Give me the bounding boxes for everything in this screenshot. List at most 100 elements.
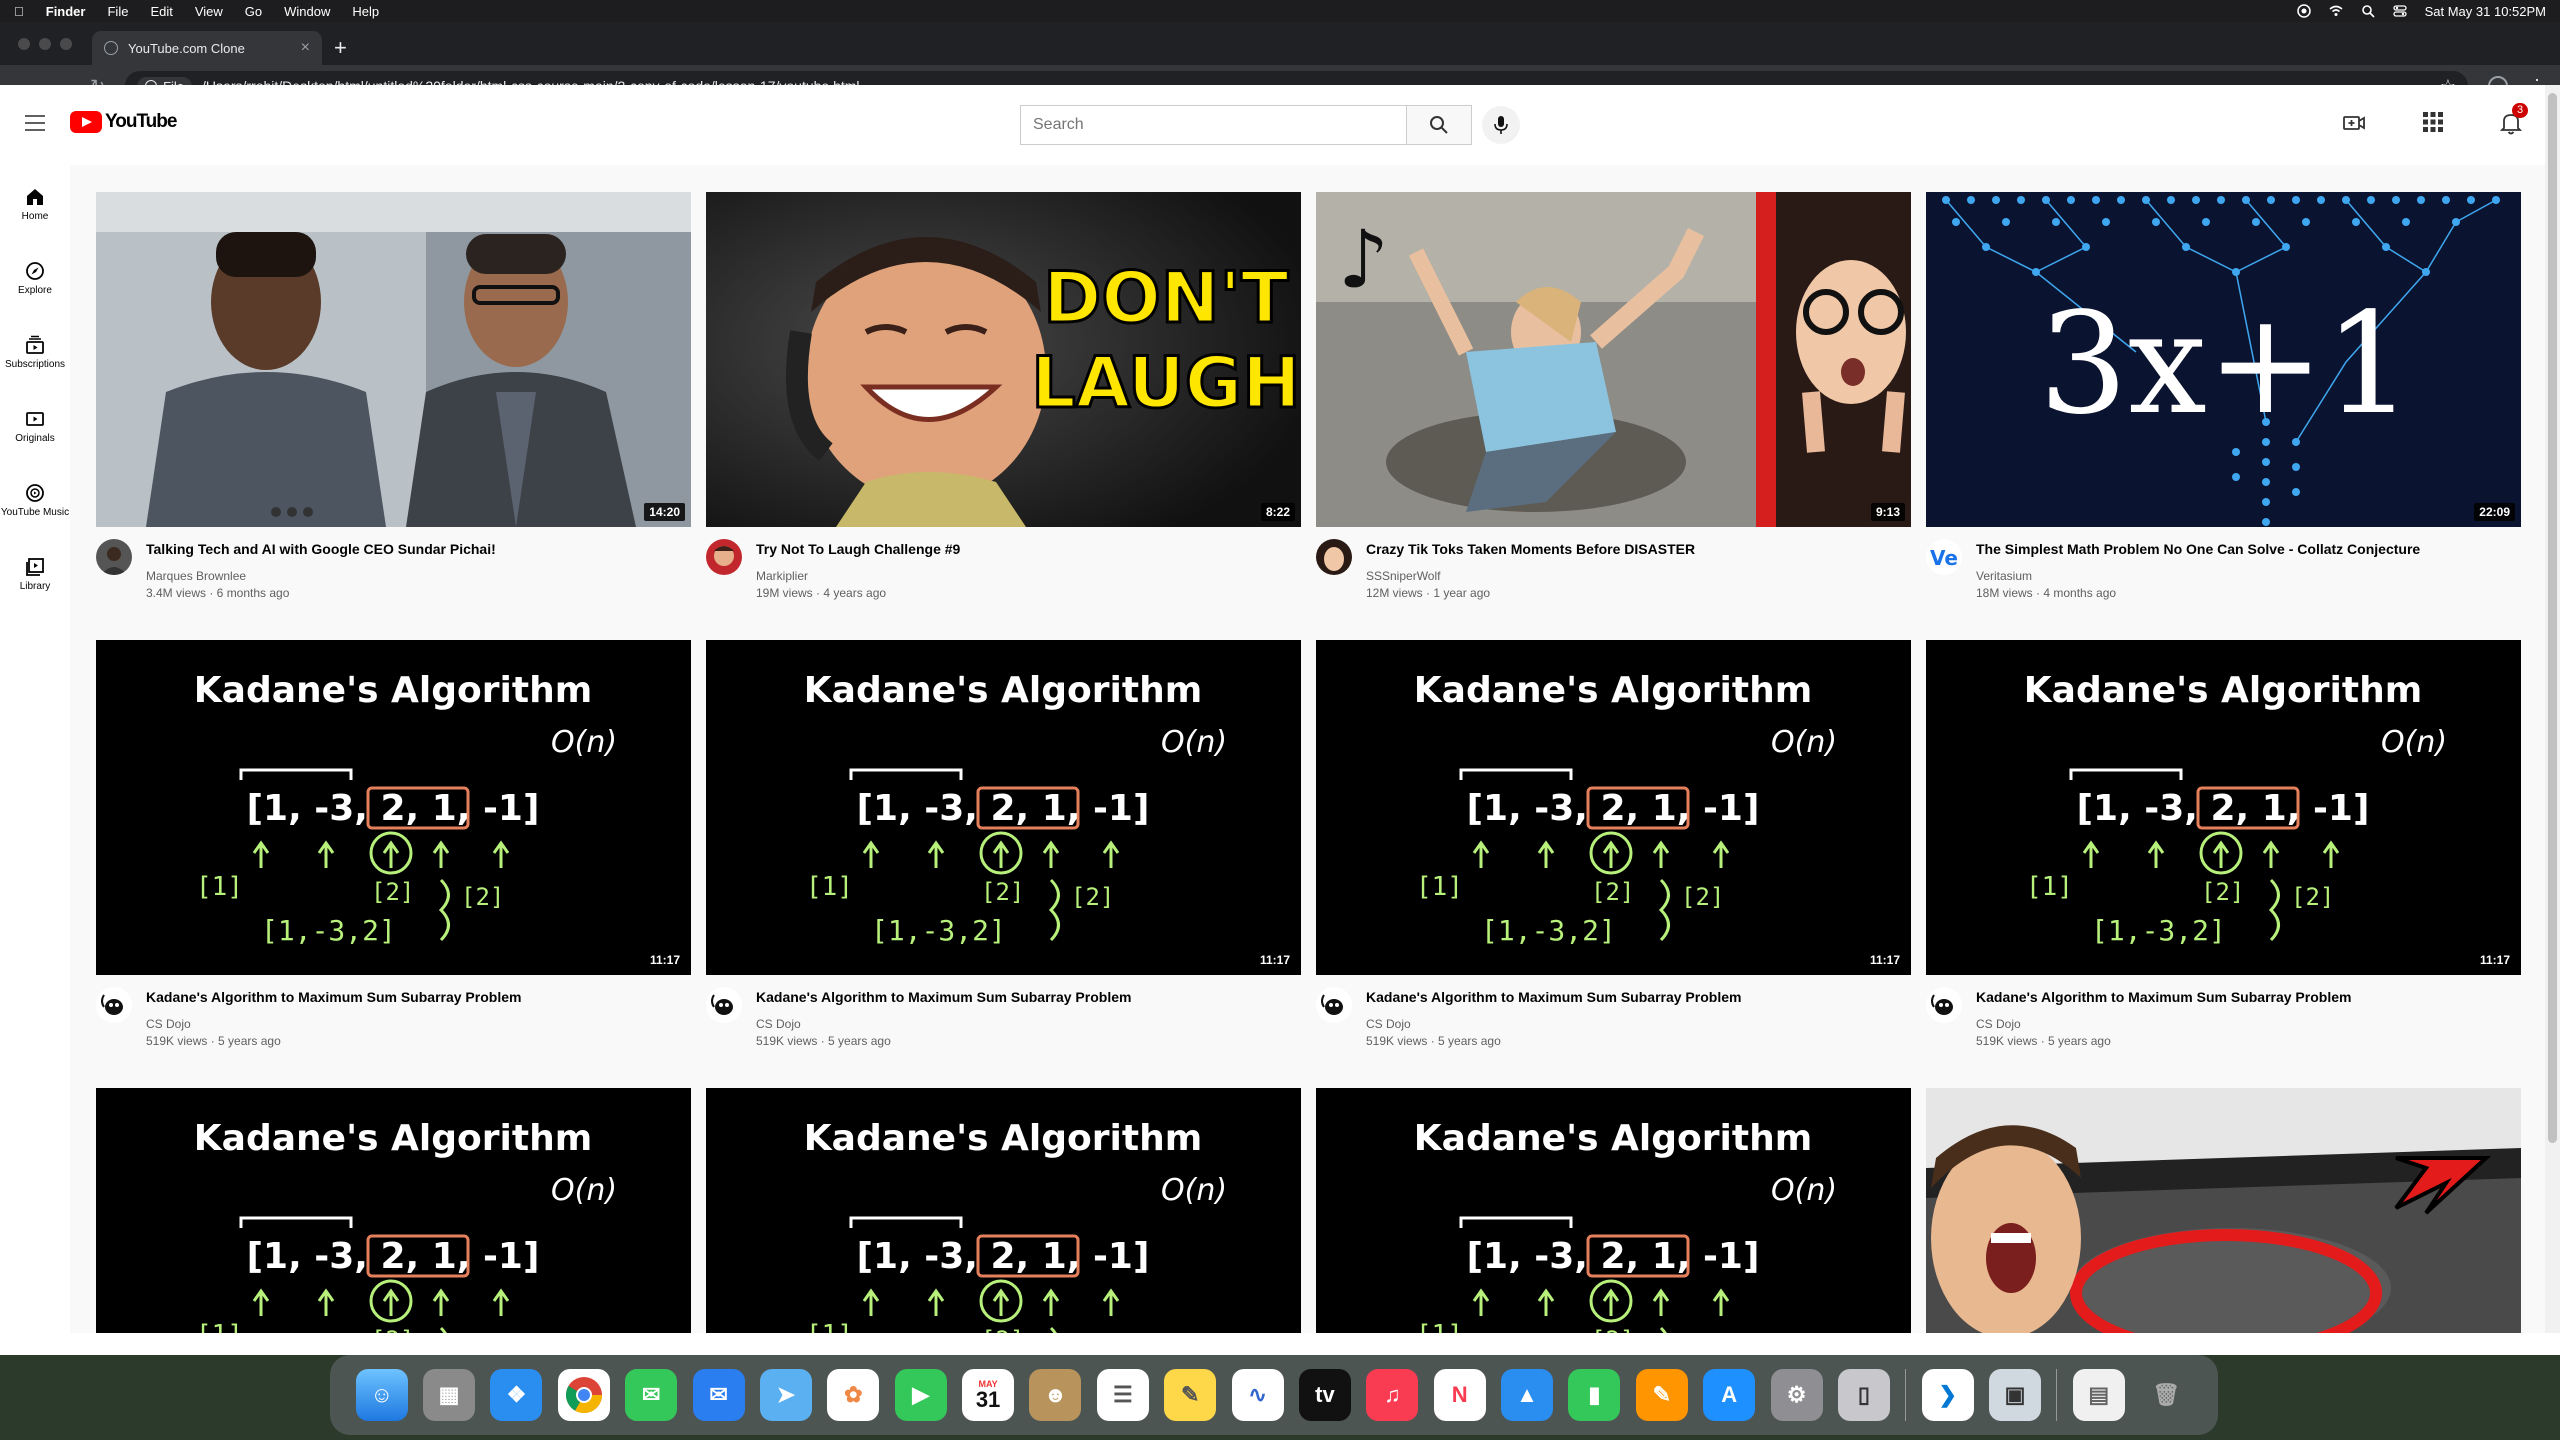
video-card[interactable]: 14:20 Talking Tech and AI with Google CE…	[96, 192, 691, 602]
scrollbar-thumb[interactable]	[2548, 93, 2557, 1143]
video-title[interactable]: Kadane's Algorithm to Maximum Sum Subarr…	[146, 988, 691, 1006]
close-window-button[interactable]	[18, 38, 30, 50]
menu-finder[interactable]: Finder	[46, 4, 86, 19]
reminders-icon[interactable]: ☰	[1096, 1369, 1149, 1421]
safari-icon[interactable]: ❖	[490, 1369, 543, 1421]
channel-name[interactable]: Markiplier	[756, 568, 1301, 584]
news-icon[interactable]: N	[1433, 1369, 1486, 1421]
channel-name[interactable]: SSSniperWolf	[1366, 568, 1911, 584]
app-store-icon[interactable]: A	[1703, 1369, 1756, 1421]
channel-name[interactable]: CS Dojo	[146, 1016, 691, 1032]
pages-icon[interactable]: ✎	[1635, 1369, 1688, 1421]
channel-avatar[interactable]: Ve	[1926, 539, 1962, 575]
menu-go[interactable]: Go	[245, 4, 262, 19]
video-title[interactable]: Talking Tech and AI with Google CEO Sund…	[146, 540, 691, 558]
video-card[interactable]: 3x+1 22:09 Ve The Simplest Math Problem …	[1926, 192, 2521, 602]
video-title[interactable]: Try Not To Laugh Challenge #9	[756, 540, 1301, 558]
menubar-clock[interactable]: Sat May 31 10:52PM	[2425, 4, 2546, 19]
video-card[interactable]: DON'T LAUGH 8:22 Try Not To Laugh Challe…	[706, 192, 1301, 602]
video-thumbnail[interactable]: 3x+1 22:09	[1926, 192, 2521, 527]
channel-avatar[interactable]	[706, 539, 742, 575]
sidebar-item-youtube-music[interactable]: YouTube Music	[0, 483, 70, 518]
apple-tv-icon[interactable]: tv	[1298, 1369, 1351, 1421]
video-thumbnail[interactable]: Kadane's Algorithm O(n) [1, -3, 2, 1, -1] […	[706, 1088, 1301, 1333]
video-thumbnail[interactable]	[1926, 1088, 2521, 1333]
system-settings-icon[interactable]: ⚙	[1770, 1369, 1823, 1421]
sidebar-item-explore[interactable]: Explore	[0, 261, 70, 296]
launchpad-icon[interactable]: ▦	[423, 1369, 476, 1421]
video-card[interactable]: Kadane's Algorithm O(n) [1, -3, 2, 1, -1] […	[96, 640, 691, 1050]
channel-name[interactable]: Marques Brownlee	[146, 568, 691, 584]
menu-file[interactable]: File	[107, 4, 128, 19]
vscode-icon[interactable]: ❯	[1921, 1369, 1974, 1421]
channel-avatar[interactable]	[1926, 987, 1962, 1023]
wifi-icon[interactable]	[2329, 4, 2343, 18]
music-app-icon[interactable]: ♫	[1366, 1369, 1419, 1421]
video-title[interactable]: The Simplest Math Problem No One Can Sol…	[1976, 540, 2521, 558]
channel-avatar[interactable]	[706, 987, 742, 1023]
page-scrollbar[interactable]	[2545, 85, 2560, 1333]
video-thumbnail[interactable]: Kadane's Algorithm O(n) [1, -3, 2, 1, -1] […	[706, 640, 1301, 975]
preview-icon[interactable]: ▣	[1989, 1369, 2042, 1421]
freeform-icon[interactable]: ∿	[1231, 1369, 1284, 1421]
numbers-icon[interactable]: ▮	[1568, 1369, 1621, 1421]
video-thumbnail[interactable]: DON'T LAUGH 8:22	[706, 192, 1301, 527]
facetime-icon[interactable]: ▶	[894, 1369, 947, 1421]
video-card[interactable]: Kadane's Algorithm O(n) [1, -3, 2, 1, -1] […	[1926, 640, 2521, 1050]
channel-name[interactable]: CS Dojo	[756, 1016, 1301, 1032]
channel-avatar[interactable]	[96, 987, 132, 1023]
sidebar-item-library[interactable]: Library	[0, 557, 70, 592]
messages-icon[interactable]: ✉	[625, 1369, 678, 1421]
keynote-icon[interactable]: ▲	[1501, 1369, 1554, 1421]
video-thumbnail[interactable]: Kadane's Algorithm O(n) [1, -3, 2, 1, -1] […	[96, 640, 691, 975]
notes-icon[interactable]: ✎	[1164, 1369, 1217, 1421]
search-input[interactable]	[1020, 105, 1406, 145]
channel-avatar[interactable]	[1316, 539, 1352, 575]
channel-avatar[interactable]	[96, 539, 132, 575]
sidebar-item-originals[interactable]: Originals	[0, 409, 70, 444]
hamburger-menu-icon[interactable]	[25, 115, 45, 136]
sidebar-item-subscriptions[interactable]: Subscriptions	[0, 335, 70, 370]
video-card[interactable]: Kadane's Algorithm O(n) [1, -3, 2, 1, -1] […	[96, 1088, 691, 1333]
channel-name[interactable]: CS Dojo	[1976, 1016, 2521, 1032]
close-tab-icon[interactable]: ×	[301, 39, 310, 57]
iphone-mirroring-icon[interactable]: ▯	[1837, 1369, 1890, 1421]
maps-icon[interactable]: ➤	[759, 1369, 812, 1421]
video-thumbnail[interactable]: 14:20	[96, 192, 691, 527]
downloads-stack-icon[interactable]: ▤	[2072, 1369, 2125, 1421]
video-title[interactable]: Kadane's Algorithm to Maximum Sum Subarr…	[1366, 988, 1911, 1006]
apps-grid-icon[interactable]	[2422, 111, 2444, 133]
video-card[interactable]: Kadane's Algorithm O(n) [1, -3, 2, 1, -1] […	[1316, 1088, 1911, 1333]
zoom-window-button[interactable]	[60, 38, 72, 50]
screen-record-icon[interactable]	[2296, 4, 2311, 18]
video-thumbnail[interactable]: ♪ 9:13	[1316, 192, 1911, 527]
minimize-window-button[interactable]	[39, 38, 51, 50]
channel-avatar[interactable]	[1316, 987, 1352, 1023]
channel-name[interactable]: Veritasium	[1976, 568, 2521, 584]
browser-tab[interactable]: YouTube.com Clone ×	[92, 31, 322, 65]
chrome-icon[interactable]	[557, 1369, 610, 1421]
contacts-icon[interactable]: ☻	[1029, 1369, 1082, 1421]
youtube-logo[interactable]: YouTube	[70, 111, 177, 133]
channel-name[interactable]: CS Dojo	[1366, 1016, 1911, 1032]
sidebar-item-home[interactable]: Home	[0, 187, 70, 222]
new-tab-button[interactable]: +	[334, 35, 347, 61]
finder-icon[interactable]: ☺	[355, 1369, 408, 1421]
video-title[interactable]: Kadane's Algorithm to Maximum Sum Subarr…	[1976, 988, 2521, 1006]
menu-help[interactable]: Help	[352, 4, 379, 19]
voice-search-button[interactable]	[1482, 106, 1520, 144]
trash-icon[interactable]: 🗑	[2140, 1369, 2192, 1421]
photos-icon[interactable]: ✿	[827, 1369, 880, 1421]
menu-edit[interactable]: Edit	[150, 4, 172, 19]
video-card[interactable]: Kadane's Algorithm O(n) [1, -3, 2, 1, -1] […	[1316, 640, 1911, 1050]
search-button[interactable]	[1406, 105, 1472, 145]
menu-window[interactable]: Window	[284, 4, 330, 19]
video-card[interactable]	[1926, 1088, 2521, 1333]
control-center-icon[interactable]	[2392, 4, 2407, 18]
video-thumbnail[interactable]: Kadane's Algorithm O(n) [1, -3, 2, 1, -1] […	[1316, 640, 1911, 975]
video-thumbnail[interactable]: Kadane's Algorithm O(n) [1, -3, 2, 1, -1] […	[1926, 640, 2521, 975]
video-thumbnail[interactable]: Kadane's Algorithm O(n) [1, -3, 2, 1, -1] […	[1316, 1088, 1911, 1333]
video-thumbnail[interactable]: Kadane's Algorithm O(n) [1, -3, 2, 1, -1] […	[96, 1088, 691, 1333]
mail-icon[interactable]: ✉	[692, 1369, 745, 1421]
video-title[interactable]: Kadane's Algorithm to Maximum Sum Subarr…	[756, 988, 1301, 1006]
